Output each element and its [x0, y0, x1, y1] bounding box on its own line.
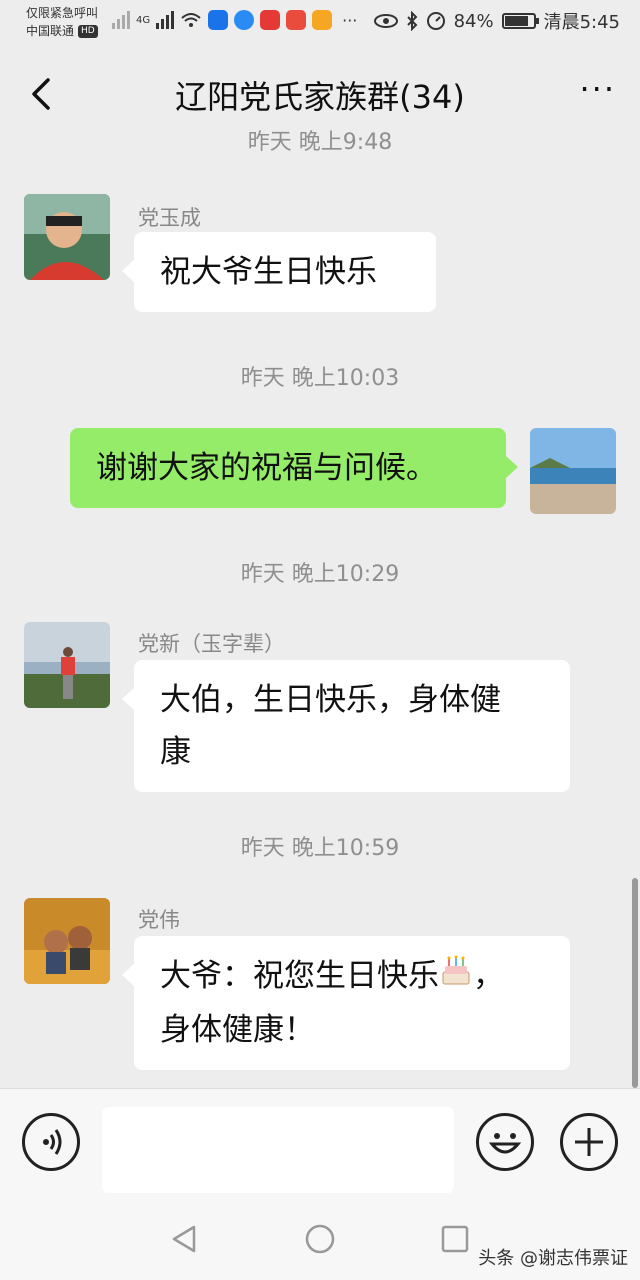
avatar-dang-xin[interactable]	[24, 622, 110, 708]
status-right: 84% 清晨5:45	[373, 8, 620, 34]
status-bar: 仅限紧急呼叫 中国联通 HD 4G ··· 84% 清晨5:45	[0, 0, 640, 44]
sender-name: 党玉成	[138, 206, 201, 230]
watermark: 头条 @谢志伟票证	[478, 1248, 628, 1269]
message-bubble-outgoing[interactable]: 谢谢大家的祝福与问候。	[70, 428, 518, 508]
more-functions-button[interactable]	[560, 1113, 618, 1171]
message-text-line: 大伯，生日快乐，身体健	[160, 682, 501, 718]
carrier-info: 仅限紧急呼叫 中国联通 HD	[26, 4, 98, 40]
timestamp: 昨天 晚上10:29	[240, 562, 400, 587]
signal-icon-2	[156, 11, 175, 29]
coffee-app-icon	[312, 10, 333, 30]
birthday-cake-icon	[439, 952, 473, 1004]
message-bubble[interactable]: 大爷：祝您生日快乐 ， 身体健康！	[122, 936, 570, 1070]
more-options-button[interactable]: ···	[579, 70, 616, 108]
voice-icon	[43, 1129, 62, 1155]
timestamp-cut: 昨天 晚上9:48	[247, 130, 393, 155]
more-notifications-icon: ···	[342, 10, 358, 30]
carrier-name: 中国联通	[26, 24, 75, 38]
chat-title: 辽阳党氏家族群(34)	[175, 78, 465, 116]
timestamp: 昨天 晚上10:03	[240, 366, 400, 391]
message-text: 祝大爷生日快乐	[160, 254, 377, 290]
battery-icon	[501, 13, 539, 29]
toutiao-app-icon	[260, 10, 281, 30]
message-text-line: 身体健康！	[160, 1011, 315, 1048]
message-list[interactable]: 昨天 晚上9:48 党玉成 祝大爷生日快乐 昨天 晚上10:03 谢谢大家的祝福…	[0, 130, 640, 1090]
recents-square-icon[interactable]	[438, 1222, 472, 1256]
network-type: 4G	[136, 14, 151, 26]
message-text: 谢谢大家的祝福与问候。	[96, 450, 437, 486]
message-bubble[interactable]: 祝大爷生日快乐	[122, 232, 436, 312]
shield-app-icon	[208, 10, 229, 30]
home-circle-icon[interactable]	[303, 1222, 337, 1256]
back-triangle-icon[interactable]	[168, 1222, 202, 1256]
message-input[interactable]	[102, 1107, 454, 1193]
hd-badge: HD	[78, 25, 98, 38]
emergency-only-text: 仅限紧急呼叫	[26, 6, 99, 20]
avatar-dang-yucheng[interactable]	[24, 194, 110, 280]
status-icons: 4G ···	[112, 10, 357, 30]
clock: 清晨5:45	[543, 12, 620, 33]
message-text: ，	[473, 958, 504, 994]
plus-icon	[575, 1128, 603, 1156]
emoji-button[interactable]	[476, 1113, 534, 1171]
message-bubble[interactable]: 大伯，生日快乐，身体健 康	[122, 660, 570, 792]
avatar-dang-wei[interactable]	[24, 898, 110, 984]
sender-name: 党新（玉字辈）	[138, 632, 285, 656]
input-bar	[0, 1088, 640, 1198]
battery-percent: 84%	[453, 10, 494, 32]
eye-icon	[373, 14, 398, 28]
voice-button[interactable]	[22, 1113, 80, 1171]
battery-fill	[504, 16, 528, 26]
wallet-app-icon	[286, 10, 307, 30]
scrollbar[interactable]	[632, 878, 638, 1088]
wifi-icon	[181, 13, 201, 27]
system-nav-bar: 头条 @谢志伟票证	[0, 1198, 640, 1280]
avatar-self[interactable]	[530, 428, 616, 514]
message-text: 大爷：祝您生日快乐	[160, 958, 439, 994]
timestamp: 昨天 晚上10:59	[240, 836, 400, 861]
message-text-line: 康	[160, 734, 191, 770]
bluetooth-icon	[406, 11, 417, 31]
chat-header: 辽阳党氏家族群(34) ···	[0, 48, 640, 140]
browser-app-icon	[234, 10, 255, 30]
sender-name: 党伟	[138, 908, 180, 932]
signal-icon-1	[112, 11, 130, 29]
speed-icon	[426, 12, 445, 30]
smile-icon	[488, 1133, 522, 1154]
